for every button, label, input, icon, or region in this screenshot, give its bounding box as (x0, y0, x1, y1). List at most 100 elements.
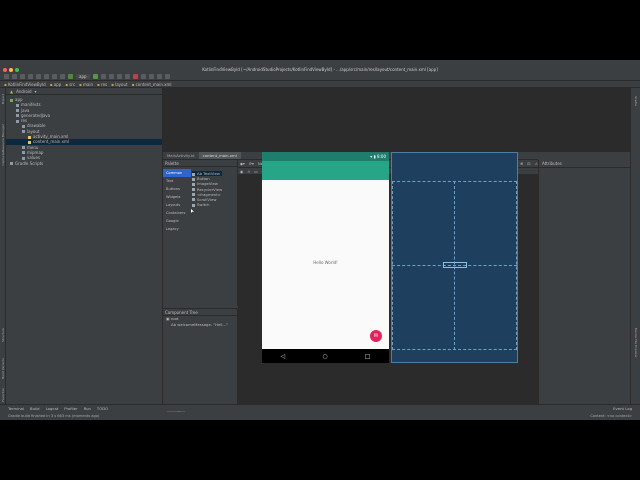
run-tool-button[interactable]: Run (84, 406, 91, 411)
breadcrumb: KotlinFindViewById app src main res layo… (0, 81, 640, 88)
layout-inspector-icon[interactable] (164, 74, 170, 79)
tree-item-label: java (21, 107, 30, 113)
copy-icon[interactable] (52, 74, 57, 79)
orientation-icon[interactable]: ⟳▾ (249, 161, 254, 166)
tree-item-label: Gradle Scripts (15, 160, 44, 166)
palette-category-buttons[interactable]: Buttons (163, 185, 191, 193)
tab-content-main[interactable]: content_main.xml (198, 152, 241, 159)
breadcrumb-layout[interactable]: layout (111, 82, 127, 87)
layers-icon[interactable]: ◆▾ (240, 161, 245, 166)
palette-item-switch[interactable]: Switch (192, 202, 222, 207)
breadcrumb-main[interactable]: main (79, 82, 93, 87)
magnet-icon[interactable]: ∩ (247, 169, 250, 174)
run-config-select[interactable]: app (76, 74, 90, 79)
attach-debugger-icon[interactable] (124, 74, 130, 79)
blueprint-textview[interactable] (443, 262, 467, 268)
breadcrumb-res[interactable]: res (97, 82, 107, 87)
resource-manager-tool-button[interactable]: Resource Manager (1, 124, 5, 152)
welcome-message-text[interactable]: Hello World! (262, 260, 389, 265)
run-icon[interactable] (92, 74, 98, 79)
event-log-button[interactable]: Event Log (613, 406, 640, 411)
battery-icon: ▮ (373, 154, 376, 159)
captures-tool-button[interactable]: Captures (1, 152, 5, 166)
blueprint-preview[interactable] (391, 152, 518, 363)
status-context: Context: <no context> (590, 414, 632, 418)
xml-file-icon (28, 140, 31, 144)
save-icon[interactable] (12, 74, 17, 79)
undo-icon[interactable] (28, 74, 33, 79)
tree-item-label: app (15, 97, 23, 102)
breadcrumb-file[interactable]: content_main.xml (132, 82, 172, 87)
status-bar: Gradle build finished in 3 s 663 ms (mom… (0, 413, 640, 420)
component-welcome-message[interactable]: Ab welcomeMessage- "Hell..." (163, 322, 237, 328)
build-tool-button[interactable]: Build (30, 406, 40, 411)
zoom-in-icon[interactable]: ⊕ (520, 161, 523, 166)
tree-item-label: menu (27, 144, 39, 150)
tab-mainactivity[interactable]: MainActivity.kt (163, 152, 199, 159)
folder-icon (22, 146, 25, 150)
open-icon[interactable] (4, 74, 9, 79)
breadcrumb-src[interactable]: src (65, 82, 75, 87)
gradle-tool-button[interactable]: Gradle (634, 96, 638, 106)
breadcrumb-app[interactable]: app (50, 82, 62, 87)
palette-category-widgets[interactable]: Widgets (163, 193, 191, 201)
profile-icon[interactable] (116, 74, 122, 79)
folder-icon (10, 162, 13, 166)
stop-icon[interactable] (132, 74, 138, 79)
palette-category-common[interactable]: Common (163, 169, 191, 177)
project-view-select[interactable]: Android (16, 89, 31, 94)
chevron-down-icon[interactable]: ▾ (35, 89, 37, 94)
palette-category-layouts[interactable]: Layouts (163, 201, 191, 209)
build-variants-tool-button[interactable]: Build Variants (1, 358, 5, 379)
todo-tool-button[interactable]: TODO (97, 406, 108, 411)
folder-icon (22, 124, 25, 128)
close-window-button[interactable] (3, 68, 7, 72)
apply-changes-icon[interactable] (100, 74, 106, 79)
make-project-icon[interactable] (68, 74, 73, 79)
terminal-tool-button[interactable]: Terminal (8, 406, 24, 411)
sync-icon[interactable] (20, 74, 25, 79)
window-title: KotlinFindViewById [~/AndroidStudioProje… (0, 66, 640, 73)
profiler-tool-button[interactable]: Profiler (64, 406, 77, 411)
palette-category-text[interactable]: Text (163, 177, 191, 185)
margin-icon[interactable]: ▭ (254, 169, 258, 174)
tree-item-label: content_main.xml (33, 139, 69, 145)
tree-item-label: layout (27, 128, 40, 134)
sdk-manager-icon[interactable] (156, 74, 162, 79)
paste-icon[interactable] (60, 74, 65, 79)
tree-item-label: drawable (27, 123, 46, 129)
palette-category-legacy[interactable]: Legacy (163, 225, 191, 233)
gradle-sync-icon[interactable] (140, 74, 146, 79)
folder-icon (16, 114, 19, 118)
structure-tool-button[interactable]: Structure (1, 328, 5, 342)
palette-category-google[interactable]: Google (163, 217, 191, 225)
palette-item-imageview[interactable]: ImageView (192, 181, 222, 186)
palette-category-containers[interactable]: Containers (163, 209, 191, 217)
minimize-window-button[interactable] (9, 68, 13, 72)
attributes-panel: Attributes (538, 160, 630, 406)
wifi-icon: ▾ (370, 154, 373, 159)
palette-item-recyclerview[interactable]: RecyclerView (192, 187, 222, 192)
main-toolbar: app (0, 73, 640, 81)
maximize-window-button[interactable] (15, 68, 19, 72)
xml-file-icon (28, 135, 31, 139)
phone-preview[interactable]: ▾ ▮ 8:00 Hello World! ✉ ◁ ○ □ (262, 152, 389, 363)
breadcrumb-project[interactable]: KotlinFindViewById (4, 82, 46, 87)
eye-icon[interactable]: ◉ (240, 169, 243, 174)
debug-icon[interactable] (108, 74, 114, 79)
tree-item-label: activity_main.xml (33, 134, 69, 140)
avd-manager-icon[interactable] (148, 74, 154, 79)
logcat-tool-button[interactable]: Logcat (46, 406, 59, 411)
device-file-explorer-button[interactable]: Device File Explorer (634, 328, 638, 358)
tree-item-label: res (21, 118, 28, 124)
redo-icon[interactable] (36, 74, 41, 79)
favorites-tool-button[interactable]: Favorites (1, 388, 5, 402)
project-tool-button[interactable]: Project (1, 94, 5, 104)
fit-screen-icon[interactable]: ⊡ (527, 161, 530, 166)
fab-button[interactable]: ✉ (370, 330, 382, 342)
attributes-title: Attributes (539, 160, 630, 168)
right-tool-strip: Gradle Device File Explorer (630, 88, 640, 406)
tree-item[interactable]: Gradle Scripts (6, 161, 162, 166)
cut-icon[interactable] (44, 74, 49, 79)
palette-categories: Common Text Buttons Widgets Layouts Cont… (163, 169, 191, 233)
